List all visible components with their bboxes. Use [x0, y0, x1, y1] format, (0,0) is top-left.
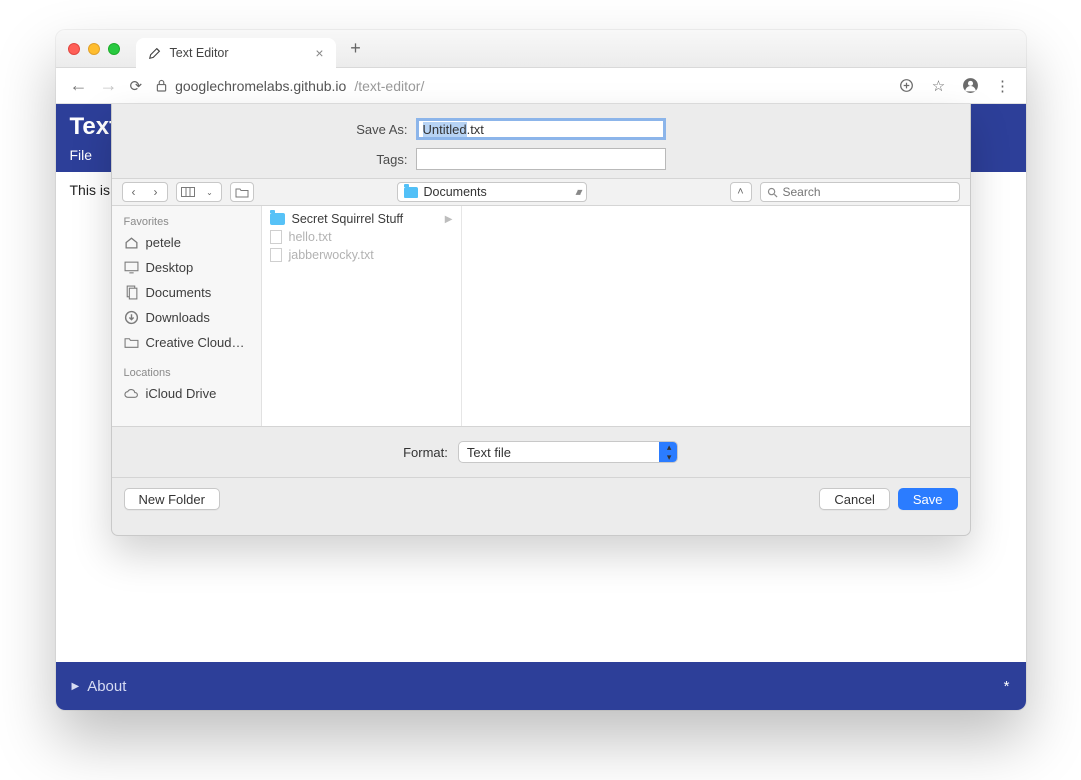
url-host: googlechromelabs.github.io [175, 78, 346, 94]
format-value: Text file [459, 445, 519, 460]
downloads-icon [124, 310, 139, 325]
sidebar-item-label: Desktop [146, 260, 194, 275]
chevron-right-icon: ▶ [445, 214, 453, 225]
file-column-2 [462, 206, 970, 426]
close-window-button[interactable] [68, 43, 80, 55]
location-dropdown[interactable]: Documents ▴▾ [397, 182, 587, 202]
toolbar-right: ☆ ⋮ [898, 77, 1012, 95]
window-controls [68, 43, 120, 55]
minimize-window-button[interactable] [88, 43, 100, 55]
sidebar-item-label: petele [146, 235, 181, 250]
footer-about-link[interactable]: About [87, 678, 126, 695]
cloud-icon [124, 386, 139, 401]
save-as-label: Save As: [128, 122, 416, 137]
reload-button[interactable]: ⟳ [130, 77, 143, 95]
file-name: Secret Squirrel Stuff [292, 212, 404, 226]
column-view-icon[interactable] [177, 187, 199, 197]
view-mode-segment[interactable]: ⌄ [176, 182, 222, 202]
file-browser: Favorites petele Desktop Documents [112, 206, 970, 426]
new-folder-button[interactable]: New Folder [124, 488, 220, 510]
install-app-icon[interactable] [898, 78, 916, 93]
sidebar: Favorites petele Desktop Documents [112, 206, 262, 426]
tab-close-button[interactable]: × [315, 45, 323, 61]
save-as-field-wrap: Untitled.txt [416, 118, 666, 140]
url-path: /text-editor/ [354, 78, 424, 94]
bookmark-star-icon[interactable]: ☆ [930, 77, 948, 95]
dialog-toolbar: ‹› ⌄ Documents ▴▾ ˄ [112, 178, 970, 206]
save-button[interactable]: Save [898, 488, 958, 510]
dialog-search-field[interactable] [760, 182, 960, 202]
dialog-search-input[interactable] [783, 185, 953, 199]
nav-back-icon[interactable]: ‹ [123, 185, 145, 199]
file-row-folder[interactable]: Secret Squirrel Stuff ▶ [262, 210, 461, 228]
sidebar-item-home[interactable]: petele [118, 230, 255, 255]
folder-icon [124, 335, 139, 350]
kebab-menu-icon[interactable]: ⋮ [994, 77, 1012, 95]
sidebar-item-label: Downloads [146, 310, 210, 325]
save-file-dialog: Save As: Untitled.txt Tags: ‹› ⌄ [111, 104, 971, 536]
folder-icon [404, 187, 418, 198]
folder-icon [270, 213, 285, 225]
view-dropdown-icon[interactable]: ⌄ [199, 188, 221, 197]
app-footer: ▶ About * [56, 662, 1026, 710]
group-by-button[interactable] [230, 182, 254, 202]
maximize-window-button[interactable] [108, 43, 120, 55]
sidebar-item-downloads[interactable]: Downloads [118, 305, 255, 330]
sidebar-item-icloud[interactable]: iCloud Drive [118, 381, 255, 406]
new-tab-button[interactable]: + [344, 38, 368, 59]
go-up-button[interactable]: ˄ [730, 182, 752, 202]
nav-back-button[interactable]: ← [70, 75, 86, 96]
sidebar-item-label: iCloud Drive [146, 386, 217, 401]
nav-history-segment[interactable]: ‹› [122, 182, 168, 202]
address-bar[interactable]: googlechromelabs.github.io/text-editor/ [156, 78, 883, 94]
location-name: Documents [424, 185, 487, 199]
folder-outline-icon [231, 187, 253, 198]
search-icon [767, 187, 778, 198]
home-icon [124, 235, 139, 250]
file-column-1: Secret Squirrel Stuff ▶ hello.txt jabber… [262, 206, 462, 426]
document-icon [270, 230, 282, 244]
sidebar-item-desktop[interactable]: Desktop [118, 255, 255, 280]
sidebar-item-label: Documents [146, 285, 212, 300]
tags-input[interactable] [416, 148, 666, 170]
sidebar-item-documents[interactable]: Documents [118, 280, 255, 305]
page-content: Text File This is a n ▶ About * Save As:… [56, 104, 1026, 710]
file-name: hello.txt [289, 230, 332, 244]
profile-icon[interactable] [962, 77, 980, 94]
chrome-titlebar: Text Editor × + [56, 30, 1026, 68]
file-name: jabberwocky.txt [289, 248, 374, 262]
save-as-input[interactable]: Untitled.txt [416, 118, 666, 140]
nav-forward-button[interactable]: → [100, 75, 116, 96]
sidebar-head-locations: Locations [118, 363, 255, 381]
sidebar-head-favorites: Favorites [118, 212, 255, 230]
format-row: Format: Text file ▴▾ [112, 426, 970, 477]
format-select[interactable]: Text file ▴▾ [458, 441, 678, 463]
tags-label: Tags: [128, 152, 416, 167]
browser-window: Text Editor × + ← → ⟳ googlechromelabs.g… [56, 30, 1026, 710]
file-row-text[interactable]: jabberwocky.txt [262, 246, 461, 264]
format-label: Format: [403, 445, 448, 460]
address-bar-row: ← → ⟳ googlechromelabs.github.io/text-ed… [56, 68, 1026, 104]
sidebar-item-label: Creative Cloud… [146, 335, 245, 350]
disclosure-icon[interactable]: ▶ [72, 681, 80, 692]
browser-tab[interactable]: Text Editor × [136, 38, 336, 68]
unsaved-indicator: * [1004, 678, 1010, 695]
documents-icon [124, 285, 139, 300]
document-icon [270, 248, 282, 262]
tab-title: Text Editor [170, 46, 229, 60]
cancel-button[interactable]: Cancel [819, 488, 889, 510]
stepper-icon: ▴▾ [575, 187, 579, 198]
desktop-icon [124, 260, 139, 275]
lock-icon [156, 79, 167, 92]
pencil-icon [148, 46, 162, 60]
dialog-buttons-row: New Folder Cancel Save [112, 477, 970, 520]
stepper-icon: ▴▾ [659, 442, 677, 462]
sidebar-item-creative-cloud[interactable]: Creative Cloud… [118, 330, 255, 355]
dialog-header-fields: Save As: Untitled.txt Tags: [112, 104, 970, 178]
nav-forward-icon[interactable]: › [145, 185, 167, 199]
file-row-text[interactable]: hello.txt [262, 228, 461, 246]
